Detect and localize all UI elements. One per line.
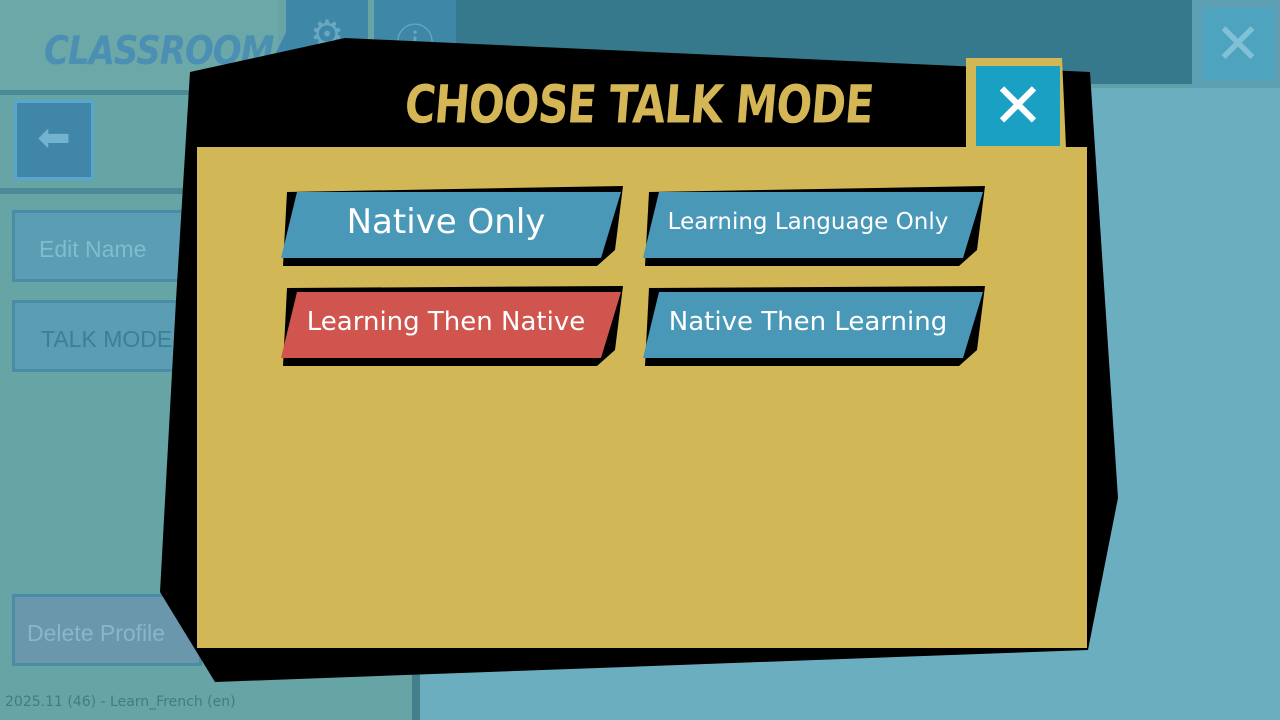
option-label: Learning Then Native — [306, 307, 586, 337]
modal-title: CHOOSE TALK MODE — [402, 73, 876, 136]
option-learning-language-only[interactable]: Learning Language Only — [643, 186, 985, 268]
close-icon: ✕ — [976, 66, 1060, 146]
option-label: Native Only — [346, 202, 546, 242]
app-root: CLASSROOMA ⚙ ⓘ ⬅ Edit Name TALK MODE Del… — [0, 0, 1280, 720]
option-learning-then-native[interactable]: Learning Then Native — [281, 286, 623, 368]
option-label: Learning Language Only — [667, 209, 949, 235]
option-native-only[interactable]: Native Only — [281, 186, 623, 268]
modal-close-button[interactable]: ✕ — [966, 60, 1064, 148]
option-label: Native Then Learning — [668, 307, 948, 337]
option-native-then-learning[interactable]: Native Then Learning — [643, 286, 985, 368]
